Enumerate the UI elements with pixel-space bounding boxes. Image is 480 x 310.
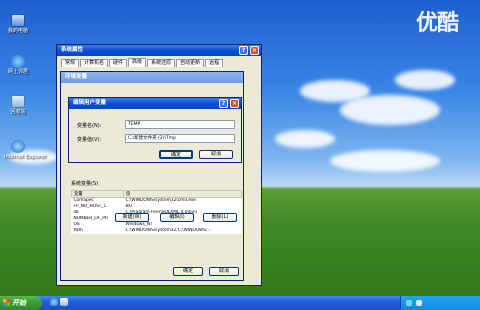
network-places-icon (11, 55, 25, 68)
desktop-icon-label: 回收站 (10, 109, 26, 115)
help-button[interactable]: ? (219, 99, 228, 108)
tab-remote[interactable]: 远程 (205, 59, 224, 67)
tab-general[interactable]: 常规 (61, 59, 80, 67)
tab-advanced[interactable]: 高级 (128, 58, 147, 67)
var-name: Path (73, 228, 83, 233)
system-variables-table: 变量 值 ComSpec C:\WINDOWS\system32\cmd.exe … (71, 190, 242, 234)
cloud (340, 95, 440, 125)
system-tray (400, 296, 480, 310)
window-title: 环境变量 (65, 74, 88, 80)
tab-computer-name[interactable]: 计算机名 (80, 59, 109, 67)
ok-button[interactable]: 确定 (173, 267, 203, 276)
cloud (275, 130, 335, 148)
dialog-title: 编辑用户变量 (73, 100, 107, 106)
new-variable-button[interactable]: 新建(W) (115, 213, 149, 222)
help-icon: ? (221, 100, 226, 107)
desktop-icon-my-computer[interactable]: 我的电脑 (4, 14, 32, 34)
cancel-button[interactable]: 取消 (199, 150, 233, 159)
system-properties-titlebar[interactable]: 系统属性 ? × (57, 45, 261, 56)
system-variables-label: 系统变量(S) (71, 181, 99, 187)
column-header-variable[interactable]: 变量 (71, 190, 124, 198)
tab-strip: 常规 计算机名 硬件 高级 系统还原 自动更新 远程 (61, 58, 224, 68)
start-label: 开始 (12, 299, 26, 307)
cloud (330, 150, 440, 172)
cancel-button[interactable]: 取消 (209, 267, 239, 276)
edit-user-variable-titlebar[interactable]: 编辑用户变量 ? × (69, 98, 241, 109)
close-button[interactable]: × (250, 46, 259, 55)
ok-button[interactable]: 确定 (159, 150, 193, 159)
help-button[interactable]: ? (239, 46, 248, 55)
windows-logo-icon (3, 299, 10, 306)
ie-quicklaunch-icon[interactable] (50, 298, 58, 306)
table-row[interactable]: Path C:\WINDOWS\system32;C:\WINDOWS;... (72, 228, 242, 234)
desktop-icon-label: Internet Explorer (4, 154, 47, 160)
recycle-bin-icon (11, 95, 25, 108)
tab-automatic-updates[interactable]: 自动更新 (176, 59, 205, 67)
variable-name-label: 变量名(N): (77, 123, 102, 129)
desktop-icon-recycle-bin[interactable]: 回收站 (4, 95, 32, 115)
tray-network-icon[interactable] (406, 300, 412, 306)
tab-hardware[interactable]: 硬件 (109, 59, 128, 67)
close-icon: × (251, 47, 258, 54)
ie-icon (11, 140, 25, 153)
desktop-icon-network[interactable]: 网上邻居 (4, 55, 32, 75)
youku-logo: 优酷 (416, 11, 459, 36)
column-header-value[interactable]: 值 (123, 190, 242, 198)
my-computer-icon (11, 14, 25, 27)
close-button[interactable]: × (230, 99, 239, 108)
desktop-quicklaunch-icon[interactable] (60, 298, 68, 306)
tab-system-restore[interactable]: 系统还原 (147, 59, 176, 67)
close-icon: × (231, 100, 238, 107)
desktop-icon-label: 我的电脑 (7, 28, 28, 34)
var-value: C:\WINDOWS\system32;C:\WINDOWS;... (125, 228, 212, 233)
variable-value-label: 变量值(V): (77, 137, 102, 143)
variable-value-input[interactable]: C:\新建文件夹 (2)\Tmp (125, 134, 235, 143)
delete-variable-button[interactable]: 删除(L) (203, 213, 237, 222)
edit-user-variable-dialog: 编辑用户变量 ? × 变量名(N): TEMP 变量值(V): C:\新建文件夹… (68, 97, 242, 163)
tray-volume-icon[interactable] (416, 300, 422, 306)
window-title: 系统属性 (61, 47, 84, 53)
help-icon: ? (241, 47, 246, 54)
variable-name-input[interactable]: TEMP (125, 120, 235, 129)
desktop-icon-label: 网上邻居 (7, 69, 28, 75)
cloud (395, 70, 455, 90)
edit-variable-button[interactable]: 编辑(I) (160, 213, 194, 222)
desktop-icon-ie[interactable]: Internet Explorer (4, 140, 47, 160)
environment-variables-titlebar[interactable]: 环境变量 (61, 72, 243, 83)
table-header-row: 变量 值 (71, 190, 242, 198)
